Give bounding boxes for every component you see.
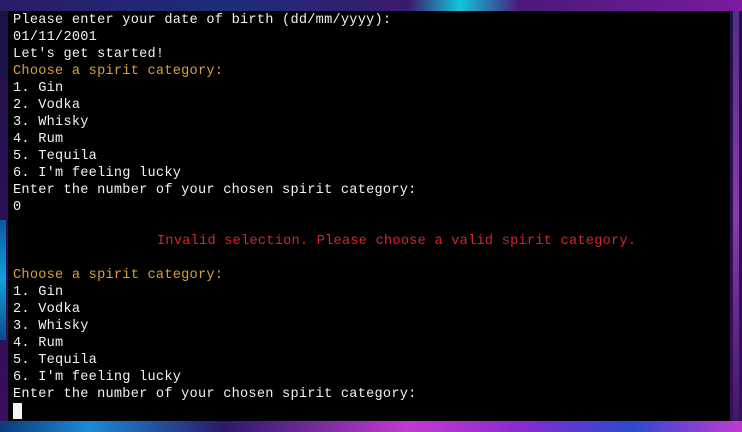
background-neon-column xyxy=(733,11,739,421)
category-option: 1. Gin xyxy=(13,285,64,300)
choice-input-echo: 0 xyxy=(13,200,22,215)
background-neon-strip xyxy=(0,421,742,432)
category-prompt: Choose a spirit category: xyxy=(13,268,224,283)
category-option: 2. Vodka xyxy=(13,98,81,113)
category-option: 5. Tequila xyxy=(13,149,98,164)
start-message: Let's get started! xyxy=(13,47,165,62)
error-message: Invalid selection. Please choose a valid… xyxy=(157,234,637,249)
category-option: 2. Vodka xyxy=(13,302,81,317)
choice-prompt: Enter the number of your chosen spirit c… xyxy=(13,183,417,198)
category-option: 1. Gin xyxy=(13,81,64,96)
category-prompt: Choose a spirit category: xyxy=(13,64,224,79)
category-option: 3. Whisky xyxy=(13,319,89,334)
category-option: 3. Whisky xyxy=(13,115,89,130)
terminal-window[interactable]: Please enter your date of birth (dd/mm/y… xyxy=(8,11,730,421)
background-neon-column xyxy=(0,220,6,340)
category-option: 4. Rum xyxy=(13,336,64,351)
choice-prompt: Enter the number of your chosen spirit c… xyxy=(13,387,417,402)
category-option: 6. I'm feeling lucky xyxy=(13,166,182,181)
category-option: 5. Tequila xyxy=(13,353,98,368)
dob-input-echo: 01/11/2001 xyxy=(13,30,98,45)
category-option: 4. Rum xyxy=(13,132,64,147)
dob-prompt: Please enter your date of birth (dd/mm/y… xyxy=(13,13,392,28)
background-neon-strip xyxy=(0,0,742,11)
text-cursor[interactable] xyxy=(13,403,22,419)
category-option: 6. I'm feeling lucky xyxy=(13,370,182,385)
